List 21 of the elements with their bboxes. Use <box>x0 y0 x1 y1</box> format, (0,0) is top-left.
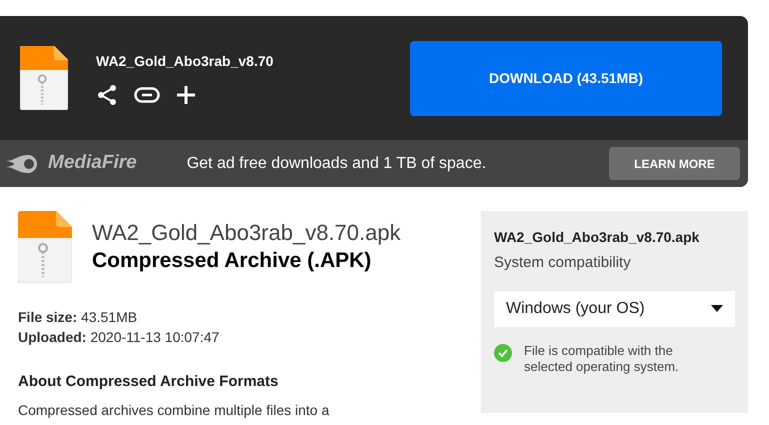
zip-file-icon <box>18 211 72 283</box>
zip-file-icon <box>20 46 68 110</box>
file-title: WA2_Gold_Abo3rab_v8.70.apk <box>92 219 401 247</box>
logo-text: MediaFire <box>48 151 137 176</box>
compatibility-message: File is compatible with the selected operating system. <box>524 342 680 374</box>
section-heading: About Compressed Archive Formats <box>18 372 280 392</box>
caret-icon <box>711 305 723 312</box>
panel-subtitle: System compatibility <box>494 253 632 273</box>
section-text: Compressed archives combine multiple files into a <box>18 400 330 420</box>
file-name: WA2_Gold_Abo3rab_v8.70 <box>96 52 274 70</box>
promo-message: Get ad free downloads and 1 TB of space. <box>186 154 486 174</box>
file-detail: Uploaded: 2020-11-13 10:07:47 <box>18 328 220 347</box>
file-detail: File size: 43.51MB <box>18 308 138 327</box>
link-icon[interactable] <box>134 86 160 102</box>
download-button[interactable]: DOWNLOAD (43.51MB) <box>410 40 722 116</box>
os-select[interactable]: Windows (your OS) <box>494 290 735 326</box>
add-icon[interactable] <box>176 84 196 104</box>
panel-file-name: WA2_Gold_Abo3rab_v8.70.apk <box>494 228 700 247</box>
file-type: Compressed Archive (.APK) <box>92 248 372 274</box>
learn-more-button[interactable]: LEARN MORE <box>609 147 740 180</box>
share-icon[interactable] <box>96 84 118 106</box>
